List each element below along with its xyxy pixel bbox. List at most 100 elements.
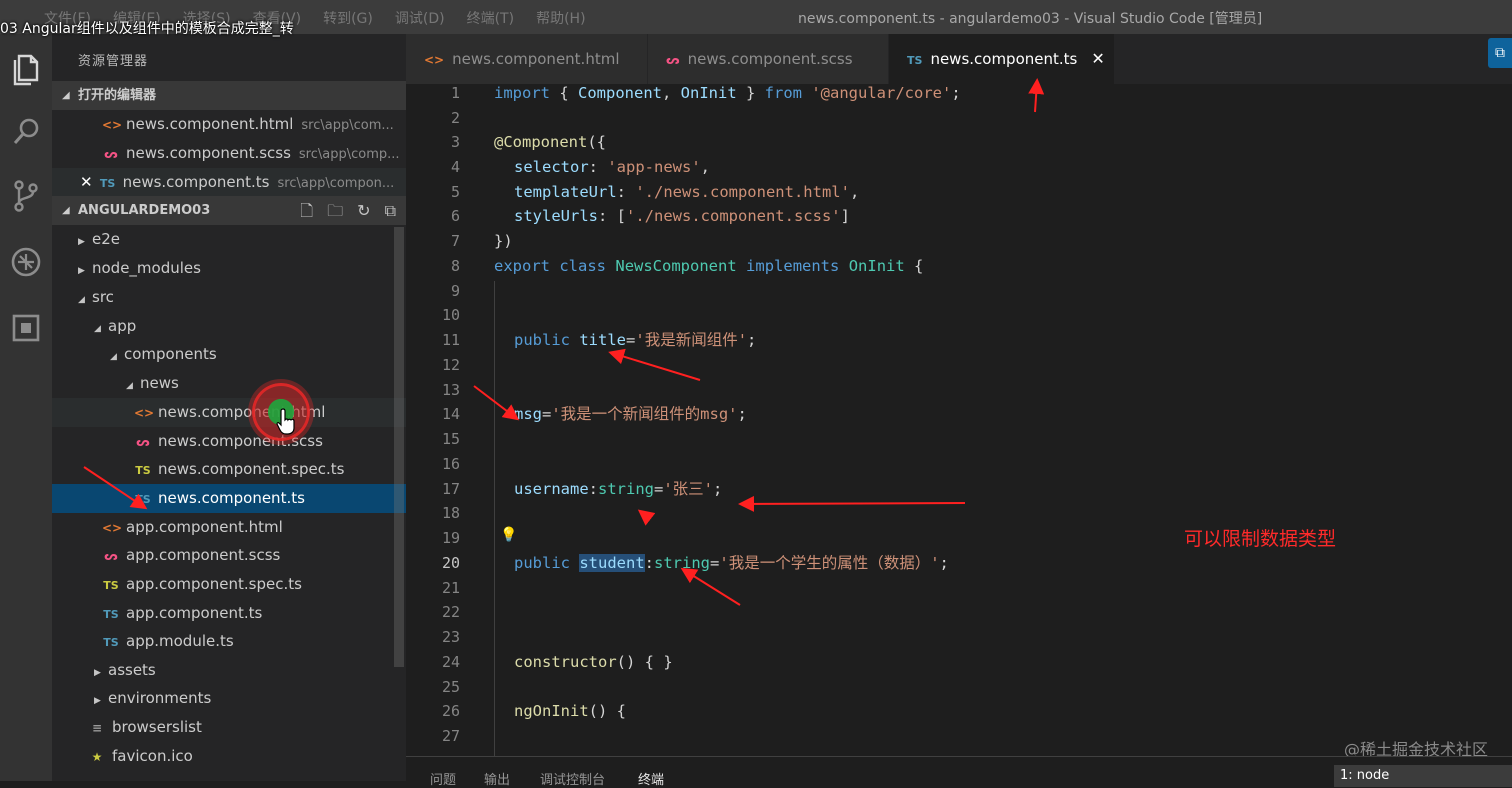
line-number: 4 [450, 158, 460, 176]
line-number: 14 [441, 405, 460, 423]
video-title: 03 Angular组件以及组件中的模板合成完整_转 [0, 21, 294, 37]
line-number: 22 [441, 603, 460, 621]
html-file-icon: <> [134, 406, 155, 420]
tab-terminal[interactable]: 终端 [638, 769, 664, 788]
new-folder-icon[interactable]: 🗀 [327, 196, 343, 225]
chevron-down-icon: ◢ [110, 352, 117, 362]
scss-file-icon: ᔕ [104, 147, 118, 161]
collapse-all-icon[interactable]: ⧉ [385, 196, 396, 225]
code-line-3: @Component({ [494, 133, 606, 151]
tree-file[interactable]: ᔕ news.component.scss [52, 427, 406, 456]
menu-goto[interactable]: 转到(G) [323, 8, 373, 28]
close-icon[interactable]: ✕ [80, 173, 93, 191]
project-header[interactable]: ◢ ANGULARDEMO03 🗋 🗀 ↻ ⧉ [52, 196, 406, 225]
tab-debug-console[interactable]: 调试控制台 [540, 769, 605, 788]
extensions-icon[interactable] [6, 308, 46, 348]
terminal-select[interactable]: 1: node [1334, 765, 1512, 787]
sidebar-scrollbar[interactable] [394, 227, 404, 667]
tree-folder[interactable]: ▶ assets [52, 656, 406, 685]
chevron-down-icon: ◢ [126, 381, 133, 391]
line-number: 3 [450, 133, 460, 151]
ts-file-icon: TS [135, 493, 151, 506]
close-tab-icon[interactable]: ✕ [1091, 49, 1104, 68]
tree-folder[interactable]: ◢ news [52, 369, 406, 398]
tree-file[interactable]: TS app.module.ts [52, 627, 406, 656]
open-editors-header[interactable]: ◢ 打开的编辑器 [52, 81, 406, 110]
open-editor-item[interactable]: ᔕ news.component.scss src\app\comp... [52, 139, 406, 168]
line-number: 26 [441, 702, 460, 720]
watermark: @稀土掘金技术社区 [1343, 740, 1488, 756]
tree-folder[interactable]: ▶ environments [52, 684, 406, 713]
tree-file-active[interactable]: TS news.component.ts [52, 484, 406, 513]
chevron-right-icon: ▶ [78, 266, 85, 276]
line-number: 5 [450, 183, 460, 201]
ts-file-icon: TS [103, 636, 119, 649]
tab-news-ts[interactable]: TS news.component.ts ✕ [889, 34, 1115, 84]
tree-file[interactable]: TS app.component.spec.ts [52, 570, 406, 599]
line-number: 10 [441, 306, 460, 324]
split-editor-icon[interactable]: ⧉ [1488, 38, 1512, 68]
tree-folder[interactable]: ◢ src [52, 283, 406, 312]
ts-file-icon: TS [99, 177, 116, 190]
code-line-6: styleUrls: ['./news.component.scss'] [514, 207, 850, 225]
search-icon[interactable] [6, 112, 46, 152]
open-editor-item[interactable]: <> news.component.html src\app\com... [52, 110, 406, 139]
new-file-icon[interactable]: 🗋 [300, 196, 313, 225]
refresh-icon[interactable]: ↻ [357, 196, 370, 225]
code-line-20: public student:string='我是一个学生的属性（数据）'; [514, 554, 949, 572]
debug-icon[interactable] [6, 242, 46, 282]
line-number: 11 [441, 331, 460, 349]
tree-file[interactable]: <> app.component.html [52, 513, 406, 542]
spec-file-icon: TS [103, 579, 119, 592]
ts-file-icon: TS [907, 54, 923, 67]
tree-file[interactable]: ★ favicon.ico [52, 742, 406, 771]
line-number: 21 [441, 579, 460, 597]
line-number: 9 [450, 282, 460, 300]
editor-tabs: <> news.component.html ᔕ news.component.sc… [406, 34, 1512, 84]
line-number-current: 20 [441, 554, 460, 572]
hand-cursor-icon [276, 408, 295, 435]
tree-file[interactable]: TS news.component.spec.ts [52, 455, 406, 484]
line-number: 2 [450, 109, 460, 127]
menu-terminal[interactable]: 终端(T) [467, 8, 514, 28]
menu-help[interactable]: 帮助(H) [536, 8, 585, 28]
tab-news-scss[interactable]: ᔕ news.component.scss [648, 34, 889, 84]
line-number: 18 [441, 504, 460, 522]
tab-problems[interactable]: 问题 [430, 769, 456, 788]
activity-bar [0, 34, 52, 781]
chevron-right-icon: ▶ [94, 696, 101, 706]
annotation-text: 可以限制数据类型 [1184, 528, 1337, 550]
line-number: 8 [450, 257, 460, 275]
tree-folder[interactable]: ▶ node_modules [52, 254, 406, 283]
star-icon: ★ [91, 750, 103, 764]
files-icon[interactable] [6, 48, 46, 88]
line-number: 17 [441, 480, 460, 498]
explorer-title: 资源管理器 [78, 54, 149, 69]
tree-file[interactable]: TS app.component.ts [52, 599, 406, 628]
open-editor-item-active[interactable]: ✕ TS news.component.ts src\app\compon... [52, 168, 406, 197]
source-control-icon[interactable] [6, 176, 46, 216]
line-number: 15 [441, 430, 460, 448]
tab-output[interactable]: 输出 [484, 769, 510, 788]
line-number: 25 [441, 678, 460, 696]
line-number: 1 [450, 84, 460, 102]
tree-file[interactable]: ≡ browserslist [52, 713, 406, 742]
code-line-11: public title='我是新闻组件'; [514, 331, 757, 349]
scss-file-icon: ᔕ [104, 549, 118, 563]
explorer-sidebar: 资源管理器 ◢ 打开的编辑器 <> news.component.html src\… [52, 34, 406, 781]
lines-file-icon: ≡ [91, 721, 103, 735]
menu-debug[interactable]: 调试(D) [395, 8, 445, 28]
line-number: 6 [450, 207, 460, 225]
tree-folder[interactable]: ◢ components [52, 340, 406, 369]
tree-folder[interactable]: ◢ app [52, 312, 406, 341]
code-line-5: templateUrl: './news.component.html', [514, 183, 860, 201]
tree-file[interactable]: <> news.component.html [52, 398, 406, 427]
html-file-icon: <> [102, 521, 123, 535]
tree-folder[interactable]: ▶ e2e [52, 225, 406, 254]
code-line-4: selector: 'app-news', [514, 158, 710, 176]
lightbulb-icon[interactable]: 💡 [500, 527, 517, 543]
tab-news-html[interactable]: <> news.component.html [406, 34, 648, 84]
line-number: 27 [441, 727, 460, 745]
code-editor[interactable]: 1 2 3 4 5 6 7 8 9 10 11 12 13 14 15 16 1… [406, 84, 1512, 756]
tree-file[interactable]: ᔕ app.component.scss [52, 541, 406, 570]
